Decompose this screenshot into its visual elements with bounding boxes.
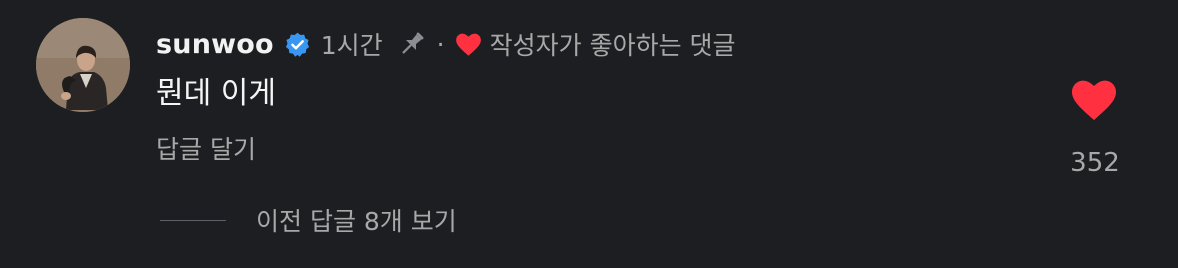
avatar-image bbox=[36, 18, 130, 112]
comment-header: sunwoo 1시간 · 작성자가 좋아하는 댓글 bbox=[156, 24, 736, 64]
separator-dot: · bbox=[436, 29, 445, 59]
timestamp: 1시간 bbox=[320, 31, 383, 60]
verified-badge-icon bbox=[284, 31, 311, 58]
avatar[interactable] bbox=[36, 18, 130, 112]
like-heart-icon[interactable] bbox=[1070, 78, 1118, 122]
replies-divider-line bbox=[160, 219, 226, 221]
pin-icon bbox=[395, 27, 429, 61]
view-previous-replies-button[interactable]: 이전 답글 8개 보기 bbox=[160, 200, 457, 240]
creator-liked-label: 작성자가 좋아하는 댓글 bbox=[489, 31, 736, 60]
view-replies-label: 이전 답글 8개 보기 bbox=[256, 207, 457, 236]
comment-text: 뭔데 이게 bbox=[156, 76, 276, 111]
creator-liked-heart-icon bbox=[455, 32, 482, 57]
reply-button[interactable]: 답글 달기 bbox=[156, 132, 256, 168]
like-count: 352 bbox=[1070, 148, 1120, 178]
comment-item: sunwoo 1시간 · 작성자가 좋아하는 댓글 뭔데 이게 답글 달기 35… bbox=[0, 0, 1178, 268]
username[interactable]: sunwoo bbox=[156, 29, 274, 60]
